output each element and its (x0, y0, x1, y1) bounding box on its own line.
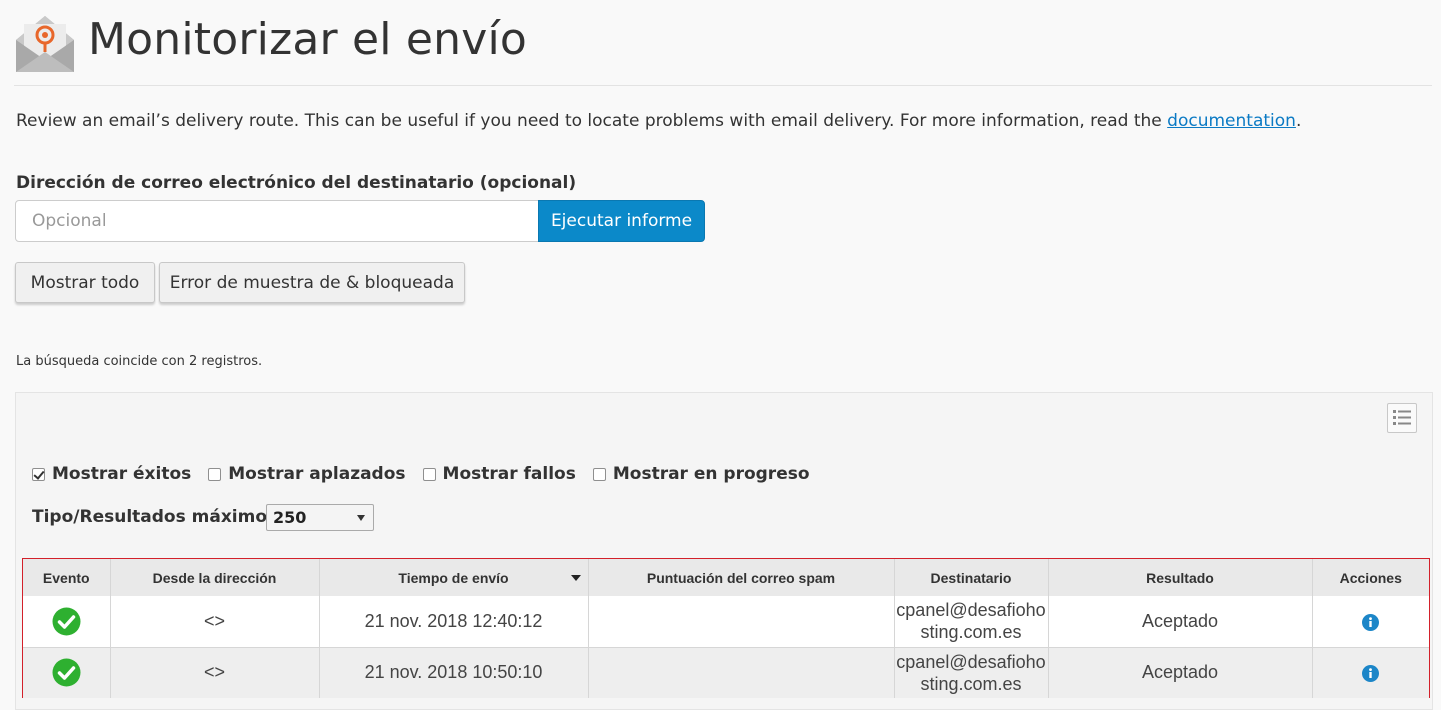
recipient-cell: cpanel@desafioho sting.com.es (894, 646, 1049, 698)
filter-success[interactable]: Mostrar éxitos (32, 464, 191, 484)
column-send-time-label: Tiempo de envío (398, 569, 509, 586)
show-all-button[interactable]: Mostrar todo (15, 262, 155, 303)
max-results-select[interactable]: 250 (266, 504, 374, 531)
info-icon[interactable] (1362, 613, 1380, 631)
spam-score-cell (588, 646, 895, 698)
filter-deferred-label: Mostrar aplazados (228, 464, 406, 484)
success-checkbox[interactable] (32, 467, 45, 481)
max-results-value: 250 (273, 508, 307, 527)
run-report-button[interactable]: Ejecutar informe (538, 200, 705, 242)
recipient-line-2: sting.com.es (920, 622, 1022, 643)
failed-checkbox[interactable] (422, 467, 436, 481)
page-header: Monitorizar el envío (0, 0, 1441, 86)
in-progress-checkbox[interactable] (592, 467, 606, 481)
recipient-line-1: cpanel@desafioho (896, 600, 1046, 621)
success-icon (52, 658, 81, 687)
result-cell: Aceptado (1048, 646, 1313, 698)
column-spam-score[interactable]: Puntuación del correo spam (588, 559, 895, 596)
column-event[interactable]: Evento (23, 559, 111, 596)
column-actions: Acciones (1312, 559, 1429, 596)
deferred-checkbox[interactable] (208, 467, 222, 481)
recipient-email-input[interactable] (15, 200, 539, 242)
result-count: La búsqueda coincide con 2 registros. (16, 354, 263, 369)
filter-in-progress-label: Mostrar en progreso (612, 464, 810, 484)
event-cell (23, 646, 111, 698)
chevron-down-icon (357, 515, 365, 521)
documentation-link[interactable]: documentation (1167, 111, 1296, 131)
recipient-line-1: cpanel@desafioho (896, 651, 1046, 672)
intro-suffix: . (1295, 111, 1302, 131)
envelope-location-icon (16, 16, 74, 72)
table-row: <> 21 nov. 2018 10:50:10 cpanel@desafioh… (23, 646, 1429, 698)
delivery-table: Evento Desde la dirección Tiempo de enví… (22, 558, 1430, 698)
recipient-line-2: sting.com.es (920, 673, 1022, 694)
success-icon (52, 607, 81, 636)
table-header-row: Evento Desde la dirección Tiempo de enví… (23, 559, 1429, 596)
info-icon[interactable] (1362, 665, 1380, 682)
send-time-cell: 21 nov. 2018 10:50:10 (319, 646, 589, 698)
page-title: Monitorizar el envío (88, 14, 528, 65)
recipient-email-label: Dirección de correo electrónico del dest… (16, 173, 577, 193)
sort-desc-icon (570, 575, 581, 581)
filter-deferred[interactable]: Mostrar aplazados (208, 464, 406, 484)
header-divider (14, 85, 1432, 86)
actions-cell (1312, 596, 1429, 647)
event-cell (23, 596, 111, 647)
recipient-cell: cpanel@desafioho sting.com.es (894, 596, 1049, 647)
send-time-cell: 21 nov. 2018 12:40:12 (319, 596, 589, 647)
filter-failed[interactable]: Mostrar fallos (422, 464, 576, 484)
table-row: <> 21 nov. 2018 12:40:12 cpanel@desafioh… (23, 596, 1429, 647)
filter-failed-label: Mostrar fallos (442, 464, 576, 484)
max-results-label: Tipo/Resultados máximos: (32, 507, 284, 527)
list-icon (1393, 410, 1411, 425)
column-from[interactable]: Desde la dirección (110, 559, 320, 596)
filter-success-label: Mostrar éxitos (52, 464, 192, 484)
result-cell: Aceptado (1048, 596, 1313, 647)
column-recipient[interactable]: Destinatario (894, 559, 1049, 596)
column-result[interactable]: Resultado (1048, 559, 1313, 596)
show-errors-blocked-button[interactable]: Error de muestra de & bloqueada (159, 262, 465, 303)
column-send-time[interactable]: Tiempo de envío (319, 559, 589, 596)
from-cell: <> (110, 646, 320, 698)
from-cell: <> (110, 596, 320, 647)
actions-cell (1312, 646, 1429, 698)
status-filters: Mostrar éxitos Mostrar aplazados Mostrar… (32, 462, 827, 486)
column-settings-icon[interactable] (1387, 403, 1417, 433)
spam-score-cell (588, 596, 895, 647)
intro-body: Review an email’s delivery route. This c… (16, 111, 1168, 131)
intro-text: Review an email’s delivery route. This c… (16, 111, 1301, 131)
filter-in-progress[interactable]: Mostrar en progreso (592, 464, 810, 484)
